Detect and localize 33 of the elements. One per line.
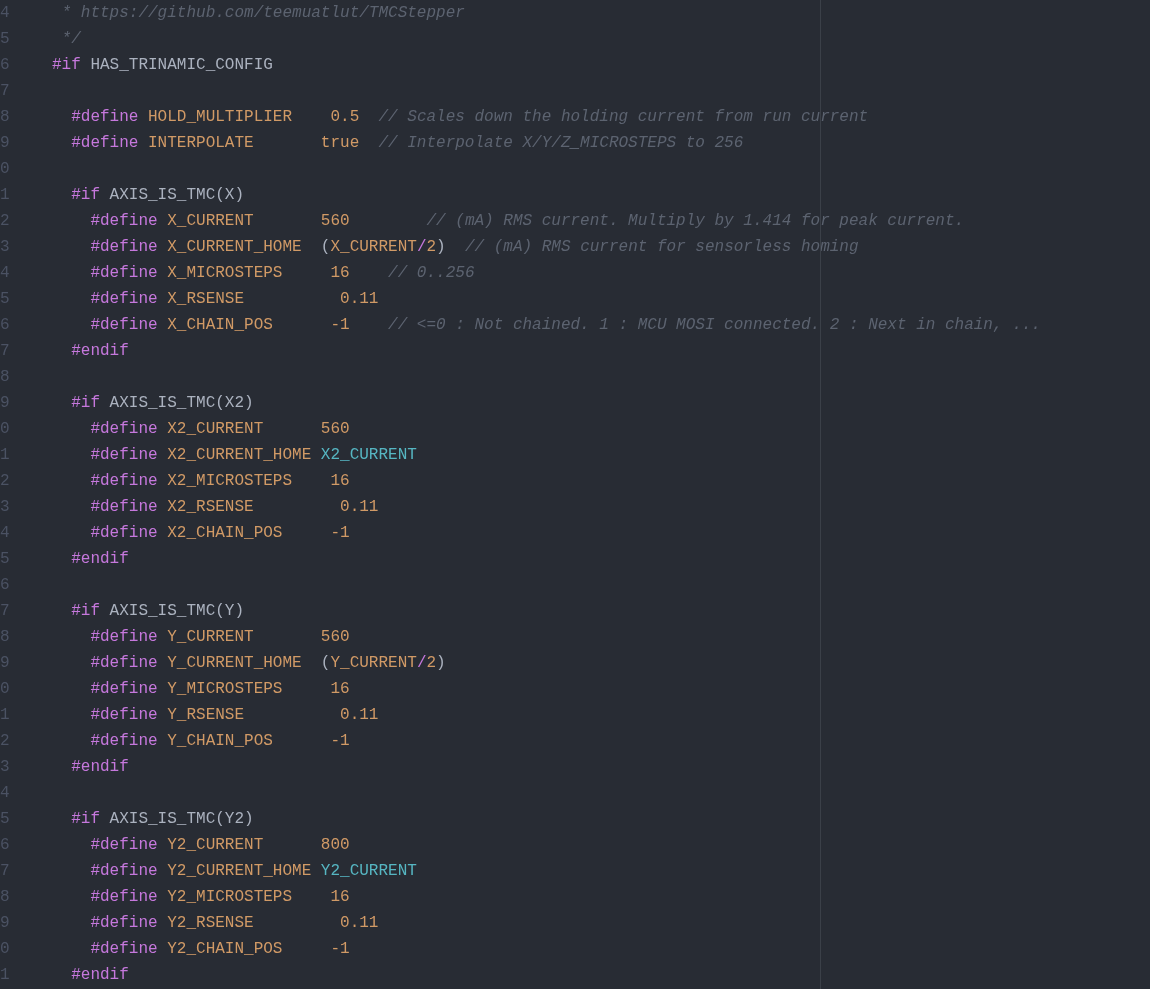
- code-line: #define X_RSENSE 0.11: [89, 289, 379, 310]
- code-line: #define Y2_CURRENT_HOME Y2_CURRENT: [89, 861, 417, 882]
- code-line: #define Y_CURRENT_HOME (Y_CURRENT/2): [89, 653, 446, 674]
- code-line: #if HAS_TRINAMIC_CONFIG: [52, 55, 273, 76]
- code-line: #define INTERPOLATE true // Interpolate X/Y/Z_MICROSTEPS to 256: [70, 133, 744, 154]
- code-line: #define X_CURRENT 560 // (mA) RMS current. Multiply by 1.414 for peak current.: [89, 211, 965, 232]
- code-line: #endif: [70, 965, 129, 986]
- code-line: #define Y2_MICROSTEPS 16: [89, 887, 350, 908]
- code-line: #define X_CHAIN_POS -1 // <=0 : Not chained. 1 : MCU MOSI connected. 2 : Next in chain, ...: [89, 315, 1041, 336]
- code-line: #if AXIS_IS_TMC(Y): [70, 601, 245, 622]
- code-line: #define X_CURRENT_HOME (X_CURRENT/2) // (mA) RMS current for sensorless homing: [89, 237, 859, 258]
- code-line: #define Y_MICROSTEPS 16: [89, 679, 350, 700]
- code-line: #define X2_CURRENT 560: [89, 419, 350, 440]
- code-line: #define Y_CURRENT 560: [89, 627, 350, 648]
- code-line: #define X_MICROSTEPS 16 // 0..256: [89, 263, 475, 284]
- code-line: #endif: [70, 341, 129, 362]
- code-line: #if AXIS_IS_TMC(X2): [70, 393, 254, 414]
- code-line: #define HOLD_MULTIPLIER 0.5 // Scales down the holding current from run current: [70, 107, 869, 128]
- code-line: #endif: [70, 549, 129, 570]
- code-line: #endif: [70, 757, 129, 778]
- code-line: * https://github.com/teemuatlut/TMCStepper: [60, 3, 465, 24]
- code-line: #define X2_CURRENT_HOME X2_CURRENT: [89, 445, 417, 466]
- code-line: #define Y_CHAIN_POS -1: [89, 731, 350, 752]
- code-line: #define Y2_CURRENT 800: [89, 835, 350, 856]
- code-line: #define X2_RSENSE 0.11: [89, 497, 379, 518]
- code-line: #define Y2_RSENSE 0.11: [89, 913, 379, 934]
- code-line: #if AXIS_IS_TMC(Y2): [70, 809, 254, 830]
- code-line: #if AXIS_IS_TMC(X): [70, 185, 245, 206]
- code-line: #define Y_RSENSE 0.11: [89, 705, 379, 726]
- code-line: */: [60, 29, 81, 50]
- code-line: #define X2_MICROSTEPS 16: [89, 471, 350, 492]
- code-line: #define X2_CHAIN_POS -1: [89, 523, 350, 544]
- code-line: #define Y2_CHAIN_POS -1: [89, 939, 350, 960]
